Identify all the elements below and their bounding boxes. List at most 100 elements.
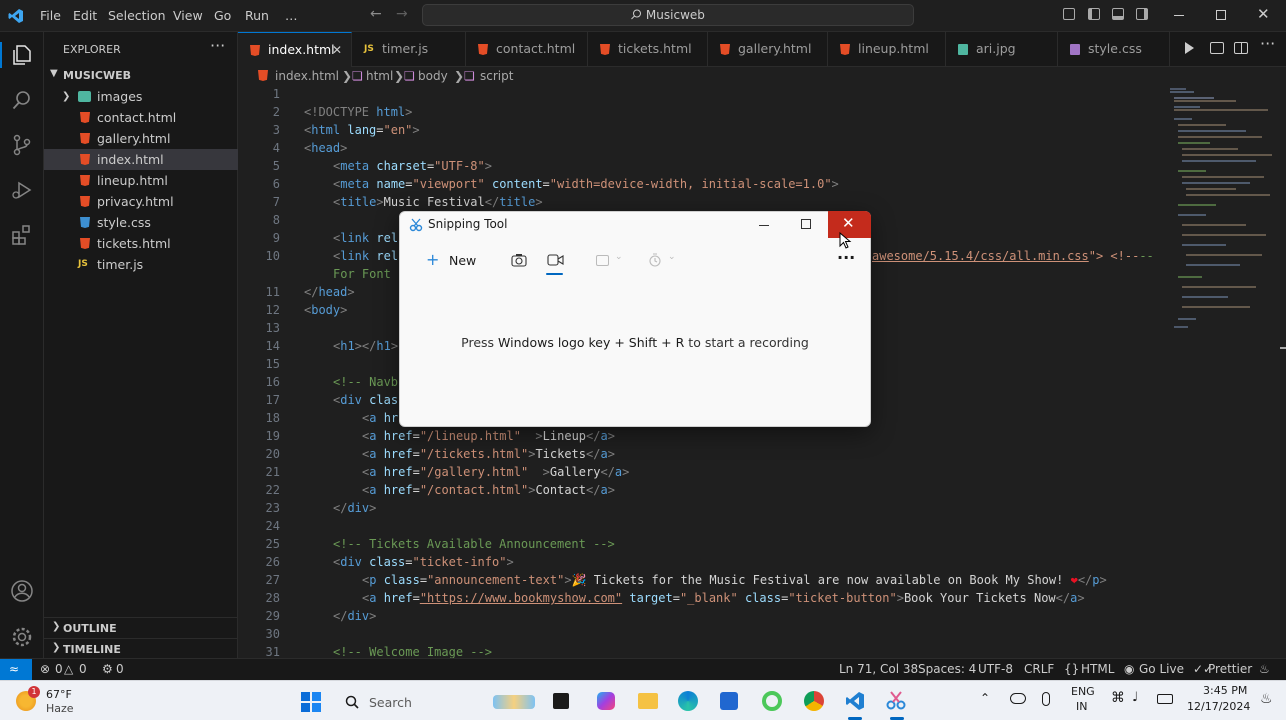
breadcrumb-file[interactable]: index.html: [275, 67, 339, 85]
search-icon[interactable]: [11, 89, 33, 111]
account-icon[interactable]: [10, 579, 34, 603]
clock-time[interactable]: 3:45 PM: [1203, 684, 1247, 697]
tree-item-timer[interactable]: JS timer.js: [44, 254, 238, 275]
open-preview-icon[interactable]: [1210, 42, 1224, 54]
run-icon[interactable]: [1185, 42, 1194, 54]
split-editor-icon[interactable]: [1234, 42, 1248, 54]
language-mode[interactable]: HTML: [1081, 659, 1114, 680]
tree-item-gallery[interactable]: gallery.html: [44, 128, 238, 149]
tree-item-lineup[interactable]: lineup.html: [44, 170, 238, 191]
breadcrumb-script[interactable]: script: [480, 67, 513, 85]
snipping-tool-taskbar-icon[interactable]: [886, 691, 906, 711]
code-line-10-wrap: For Font: [333, 267, 391, 281]
task-view-icon[interactable]: [553, 693, 569, 709]
tree-item-contact[interactable]: contact.html: [44, 107, 238, 128]
extensions-icon[interactable]: [11, 224, 33, 246]
source-control-icon[interactable]: [11, 134, 33, 156]
notification-bell-icon[interactable]: ♨: [1260, 691, 1273, 707]
minimap[interactable]: [1166, 85, 1274, 335]
tree-item-images[interactable]: ❯ images: [44, 86, 238, 107]
command-center-search[interactable]: Musicweb: [422, 4, 914, 26]
menu-selection[interactable]: Selection: [108, 8, 166, 23]
tab-index-html[interactable]: index.html ✕: [238, 32, 352, 67]
back-arrow-icon[interactable]: ←: [370, 6, 382, 22]
tree-item-index[interactable]: index.html: [44, 149, 238, 170]
cursor-position[interactable]: Ln 71, Col 38: [839, 659, 918, 680]
prettier-button[interactable]: Prettier: [1208, 659, 1252, 680]
breadcrumb-body[interactable]: body: [418, 67, 448, 85]
remote-indicator[interactable]: ≈: [0, 659, 32, 680]
run-debug-icon[interactable]: [11, 179, 33, 201]
chrome-icon[interactable]: [804, 691, 824, 711]
minimize-icon[interactable]: [1174, 15, 1184, 16]
volume-icon[interactable]: ♩: [1132, 690, 1138, 705]
outline-section[interactable]: ❯ OUTLINE: [44, 617, 238, 638]
warning-count[interactable]: 0: [79, 659, 87, 680]
project-header[interactable]: ▼ MUSICWEB: [44, 66, 238, 86]
line-ending[interactable]: CRLF: [1024, 659, 1054, 680]
tab-ari-jpg[interactable]: ari.jpg: [946, 32, 1058, 67]
timeline-section[interactable]: ❯ TIMELINE: [44, 638, 238, 658]
vscode-taskbar-icon[interactable]: [845, 691, 865, 711]
tab-close-icon[interactable]: ✕: [332, 33, 342, 67]
more-actions-icon[interactable]: ···: [210, 36, 225, 55]
language-top[interactable]: ENG: [1071, 685, 1095, 698]
more-actions-icon[interactable]: ···: [1260, 34, 1275, 53]
tab-gallery-html[interactable]: gallery.html: [708, 32, 828, 67]
toggle-secondary-sidebar-icon[interactable]: [1136, 8, 1148, 20]
breadcrumb-html[interactable]: html: [366, 67, 393, 85]
indentation[interactable]: Spaces: 4: [918, 659, 976, 680]
cloud-icon[interactable]: [1010, 693, 1026, 704]
edge-browser-icon[interactable]: [678, 691, 698, 711]
minimize-icon[interactable]: [759, 225, 769, 226]
tab-lineup-html[interactable]: lineup.html: [828, 32, 946, 67]
window-close-icon[interactable]: ✕: [1257, 5, 1270, 23]
microphone-icon[interactable]: [1042, 692, 1050, 706]
toggle-sidebar-icon[interactable]: [1088, 8, 1100, 20]
menu-go[interactable]: Go: [214, 8, 231, 23]
copilot-icon[interactable]: [597, 692, 615, 710]
chevron-up-icon[interactable]: ⌃: [980, 691, 990, 705]
menu-more[interactable]: …: [285, 8, 298, 23]
green-app-icon[interactable]: [762, 691, 782, 711]
hint-keys: Windows logo key + Shift + R: [498, 335, 685, 350]
maximize-icon[interactable]: [801, 219, 811, 229]
video-camera-icon[interactable]: [547, 253, 564, 267]
store-icon[interactable]: [720, 692, 738, 710]
weather-widget[interactable]: 1 67°F Haze: [14, 686, 78, 715]
language-bottom[interactable]: IN: [1076, 700, 1087, 713]
tree-item-style[interactable]: style.css: [44, 212, 238, 233]
file-explorer-icon[interactable]: [638, 693, 658, 709]
menu-edit[interactable]: Edit: [73, 8, 97, 23]
customize-layout-icon[interactable]: [1063, 8, 1075, 20]
ports-count[interactable]: 0: [116, 659, 124, 680]
error-count[interactable]: 0: [55, 659, 63, 680]
explorer-icon[interactable]: [11, 44, 33, 66]
tab-timer-js[interactable]: JS timer.js: [352, 32, 466, 67]
tab-contact-html[interactable]: contact.html: [466, 32, 588, 67]
forward-arrow-icon[interactable]: →: [396, 6, 408, 22]
line-number: 18: [265, 411, 280, 425]
code-line-7: <title>Music Festival</title>: [333, 195, 543, 209]
menu-view[interactable]: View: [173, 8, 203, 23]
taskbar-search[interactable]: Search: [335, 687, 485, 717]
tree-item-tickets[interactable]: tickets.html: [44, 233, 238, 254]
notifications-bell-icon[interactable]: ♨: [1259, 659, 1270, 680]
clock-date[interactable]: 12/17/2024: [1187, 700, 1250, 713]
restore-icon[interactable]: [1216, 10, 1226, 20]
battery-icon[interactable]: [1157, 694, 1173, 704]
toggle-panel-icon[interactable]: [1112, 8, 1124, 20]
go-live-button[interactable]: Go Live: [1139, 659, 1184, 680]
tree-item-privacy[interactable]: privacy.html: [44, 191, 238, 212]
camera-icon[interactable]: [511, 253, 527, 267]
encoding[interactable]: UTF-8: [978, 659, 1013, 680]
menu-file[interactable]: File: [40, 8, 61, 23]
wifi-icon[interactable]: ⌘: [1111, 690, 1125, 706]
menu-run[interactable]: Run: [245, 8, 269, 23]
new-snip-button[interactable]: + New: [422, 250, 482, 272]
tab-style-css[interactable]: style.css: [1058, 32, 1170, 67]
windows-start-icon[interactable]: [301, 692, 321, 712]
settings-gear-icon[interactable]: [10, 625, 34, 649]
more-options-icon[interactable]: ···: [837, 248, 855, 267]
tab-tickets-html[interactable]: tickets.html: [588, 32, 708, 67]
